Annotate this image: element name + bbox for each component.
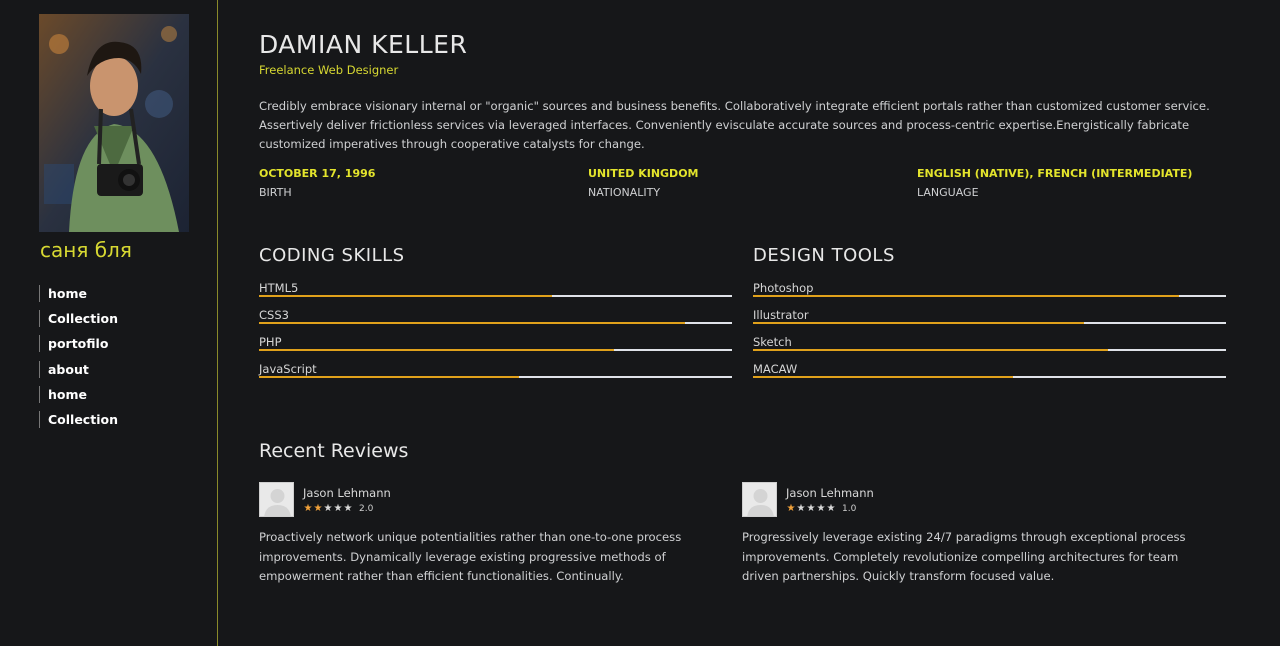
star-empty-icon: ★	[826, 503, 836, 514]
skill-name: PHP	[259, 335, 282, 349]
skill-row: CSS3	[259, 308, 732, 335]
skill-bar	[753, 322, 1226, 324]
skill-bar	[259, 322, 732, 324]
reviewer-name: Jason Lehmann	[786, 486, 874, 500]
skill-name: Illustrator	[753, 308, 809, 322]
star-empty-icon: ★	[796, 503, 806, 514]
star-filled-icon: ★	[313, 503, 323, 514]
skill-row: MACAW	[753, 362, 1226, 389]
rating-score: 1.0	[842, 504, 857, 514]
skill-bar-fill	[259, 322, 685, 324]
coding-skill-list: HTML5 CSS3 PHP JavaScript	[259, 281, 732, 389]
star-empty-icon: ★	[323, 503, 333, 514]
skill-name: CSS3	[259, 308, 289, 322]
fact-birth: OCTOBER 17, 1996 BIRTH	[259, 167, 375, 199]
reviewer-avatar	[259, 482, 294, 517]
skill-name: HTML5	[259, 281, 299, 295]
coding-skills-title: CODING SKILLS	[259, 245, 405, 266]
star-empty-icon: ★	[343, 503, 353, 514]
skill-name: JavaScript	[259, 362, 317, 376]
fact-label: NATIONALITY	[588, 186, 661, 199]
skill-bar-fill	[259, 376, 520, 378]
stars: ★★★★★	[786, 503, 836, 514]
fact-language: ENGLISH (NATIVE), FRENCH (INTERMEDIATE) …	[917, 167, 1192, 199]
skill-row: Sketch	[753, 335, 1226, 362]
fact-label: BIRTH	[259, 186, 292, 199]
star-filled-icon: ★	[303, 503, 313, 514]
fact-value: UNITED KINGDOM	[588, 167, 699, 180]
coding-skills: CODING SKILLS HTML5 CSS3 PHP JavaScript	[259, 245, 732, 389]
review-text: Progressively leverage existing 24/7 par…	[742, 530, 1186, 583]
profile-name: DAMIAN KELLER	[259, 30, 468, 59]
skill-bar	[753, 349, 1226, 351]
skill-bar	[753, 376, 1226, 378]
profile-role: Freelance Web Designer	[259, 63, 399, 77]
skill-bar	[259, 349, 732, 351]
reviewer-avatar	[742, 482, 777, 517]
star-empty-icon: ★	[806, 503, 816, 514]
nav-item-home-2[interactable]: home	[39, 385, 118, 403]
star-filled-icon: ★	[786, 503, 796, 514]
sidebar-nav: home Collection portofilo about home Col…	[39, 285, 118, 436]
skill-name: Photoshop	[753, 281, 814, 295]
profile-photo	[39, 14, 189, 232]
design-tools: DESIGN TOOLS Photoshop Illustrator Sketch M…	[753, 245, 1226, 389]
star-empty-icon: ★	[333, 503, 343, 514]
skill-bar-fill	[753, 322, 1085, 324]
skill-bar-fill	[753, 349, 1108, 351]
review-text: Proactively network unique potentialitie…	[259, 530, 682, 583]
skill-bar-fill	[259, 295, 553, 297]
nav-item-home[interactable]: home	[39, 285, 118, 302]
star-rating: ★★★★★ 1.0	[786, 503, 857, 514]
reviewer-name: Jason Lehmann	[303, 486, 391, 500]
fact-value: OCTOBER 17, 1996	[259, 167, 376, 180]
fact-nationality: UNITED KINGDOM NATIONALITY	[588, 167, 699, 199]
rating-score: 2.0	[359, 504, 374, 514]
sidebar-username: саня бля	[40, 238, 132, 262]
nav-item-collection[interactable]: Collection	[39, 310, 118, 328]
skill-row: JavaScript	[259, 362, 732, 389]
star-rating: ★★★★★ 2.0	[303, 503, 374, 514]
design-tools-title: DESIGN TOOLS	[753, 245, 895, 266]
skill-row: Illustrator	[753, 308, 1226, 335]
star-empty-icon: ★	[816, 503, 826, 514]
fact-value: ENGLISH (NATIVE), FRENCH (INTERMEDIATE)	[917, 167, 1193, 180]
nav-item-collection-2[interactable]: Collection	[39, 410, 118, 428]
stars: ★★★★★	[303, 503, 353, 514]
skill-bar-fill	[259, 349, 614, 351]
skill-bar-fill	[753, 295, 1179, 297]
skill-bar-fill	[753, 376, 1014, 378]
reviews-title: Recent Reviews	[259, 440, 409, 462]
design-tool-list: Photoshop Illustrator Sketch MACAW	[753, 281, 1226, 389]
fact-label: LANGUAGE	[917, 186, 979, 199]
skill-name: Sketch	[753, 335, 792, 349]
nav-item-about[interactable]: about	[39, 360, 118, 378]
skill-row: Photoshop	[753, 281, 1226, 308]
sidebar: саня бля home Collection portofilo about…	[0, 0, 218, 646]
skill-row: HTML5	[259, 281, 732, 308]
skill-bar	[259, 376, 732, 378]
skill-row: PHP	[259, 335, 732, 362]
nav-item-portfolio[interactable]: portofilo	[39, 335, 118, 353]
skill-name: MACAW	[753, 362, 798, 376]
profile-bio: Credibly embrace visionary internal or "…	[259, 99, 1210, 151]
skill-bar	[259, 295, 732, 297]
skill-bar	[753, 295, 1226, 297]
